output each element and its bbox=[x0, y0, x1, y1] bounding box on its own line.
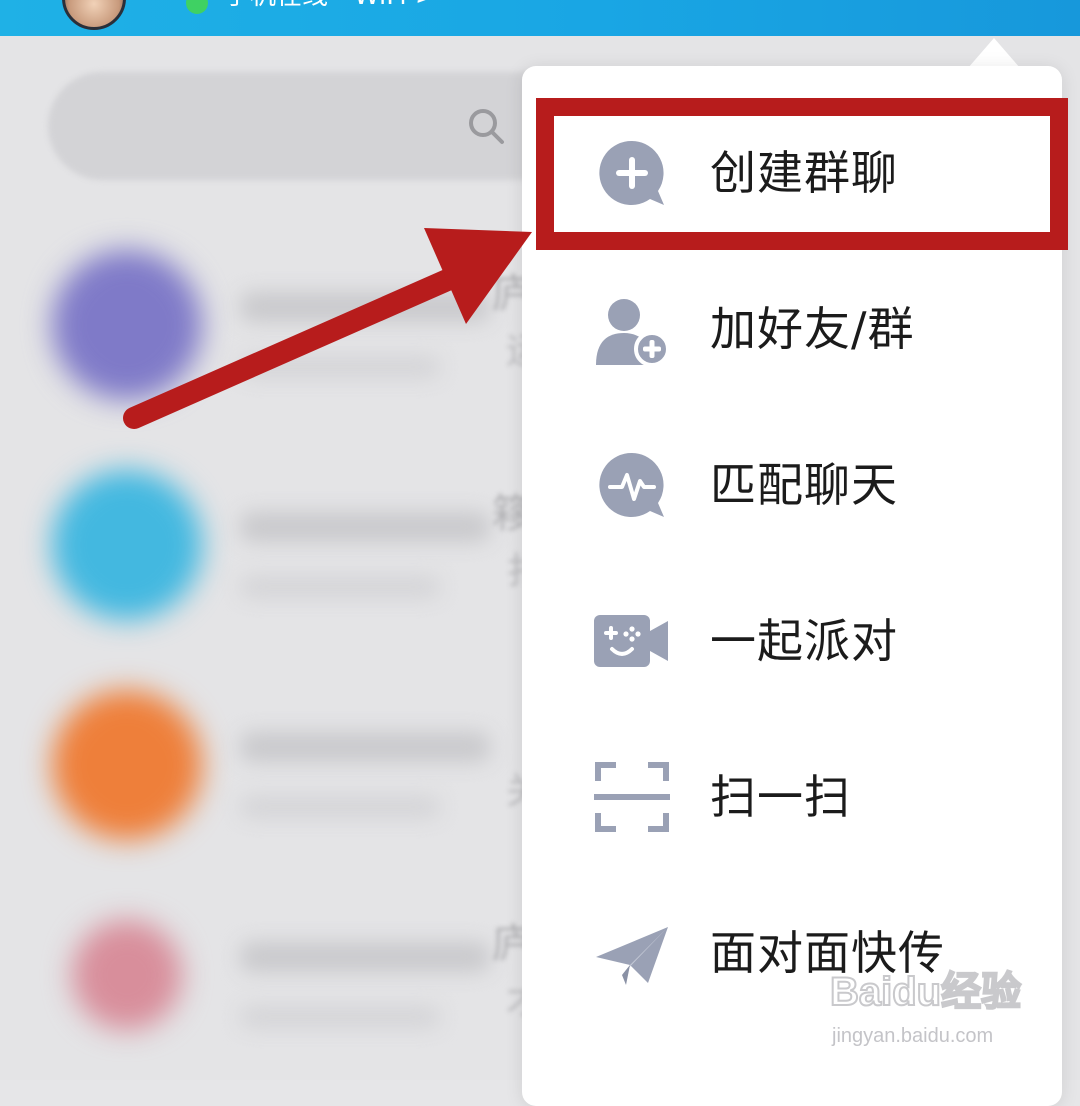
watermark-brand: Baidu经验 bbox=[829, 969, 1022, 1015]
contact-message-blurred bbox=[240, 356, 440, 378]
highlight-box bbox=[536, 98, 1068, 250]
contact-message-blurred bbox=[240, 1006, 440, 1028]
conversation-item[interactable]: 关 bbox=[0, 680, 542, 880]
contact-avatar bbox=[52, 690, 202, 840]
menu-item-match-chat[interactable]: 匹配聊天 bbox=[522, 410, 1062, 560]
conversation-item[interactable]: 庐 运 bbox=[0, 240, 542, 440]
menu-item-scan[interactable]: 扫一扫 bbox=[522, 722, 1062, 872]
menu-item-label: 一起派对 bbox=[710, 614, 898, 668]
add-friend-icon bbox=[596, 299, 670, 367]
online-status-dot bbox=[186, 0, 208, 14]
contact-name-blurred bbox=[240, 732, 490, 762]
menu-item-label: 加好友/群 bbox=[710, 302, 915, 356]
scan-icon bbox=[594, 762, 670, 832]
watermark-url: jingyan.baidu.com bbox=[832, 1025, 994, 1047]
paper-plane-icon bbox=[596, 927, 668, 985]
match-chat-icon bbox=[599, 452, 664, 517]
contact-avatar bbox=[52, 470, 202, 620]
top-bar: 手机在线 - WiFi > bbox=[0, 0, 1080, 36]
menu-item-add-friend-group[interactable]: 加好友/群 bbox=[522, 254, 1062, 404]
contact-avatar bbox=[52, 250, 202, 400]
contact-name-blurred bbox=[240, 292, 490, 322]
menu-item-party[interactable]: 一起派对 bbox=[522, 566, 1062, 716]
conversation-item[interactable]: 簃 扌 bbox=[0, 460, 542, 660]
conversation-item[interactable]: 庐 才 bbox=[0, 890, 542, 1090]
menu-item-label: 匹配聊天 bbox=[710, 458, 898, 512]
contact-avatar bbox=[72, 920, 182, 1030]
contact-name-blurred bbox=[240, 942, 490, 972]
baidu-jingyan-watermark: Baidu经验 jingyan.baidu.com bbox=[829, 968, 1060, 1058]
contact-name-blurred bbox=[240, 512, 490, 542]
menu-item-label: 扫一扫 bbox=[710, 770, 851, 824]
menu-caret bbox=[968, 38, 1020, 68]
online-status-text[interactable]: 手机在线 - WiFi > bbox=[224, 0, 437, 14]
contact-message-blurred bbox=[240, 796, 440, 818]
search-icon bbox=[469, 109, 504, 144]
contact-message-blurred bbox=[240, 576, 440, 598]
party-game-icon bbox=[594, 615, 668, 667]
user-avatar[interactable] bbox=[62, 0, 126, 30]
